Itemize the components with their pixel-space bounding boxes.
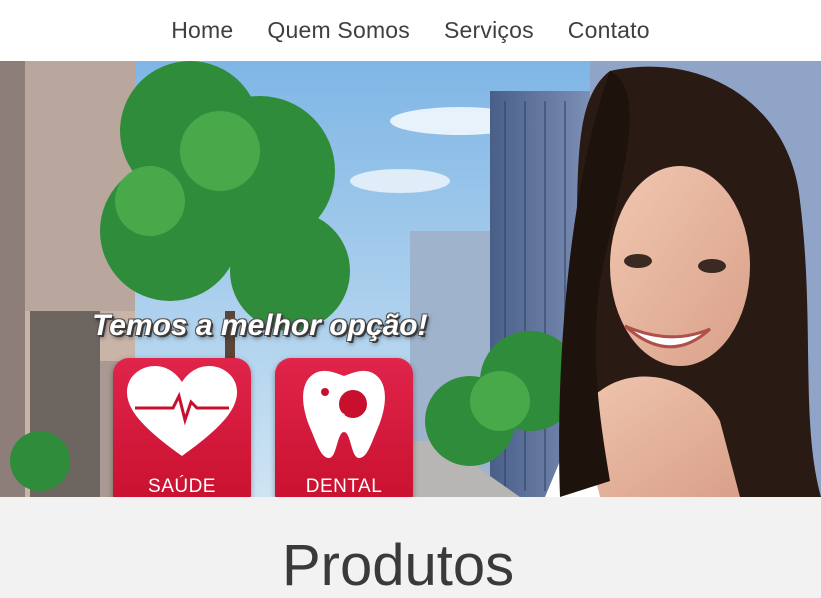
main-nav: Home Quem Somos Serviços Contato	[0, 0, 821, 61]
saude-card-label: SAÚDE	[148, 476, 216, 497]
nav-contato[interactable]: Contato	[568, 17, 650, 44]
nav-quem-somos[interactable]: Quem Somos	[267, 17, 410, 44]
dental-card-label: DENTAL	[305, 476, 383, 497]
heart-pulse-icon	[127, 366, 237, 456]
hero-slider: Temos a melhor opção! SAÚDE DENTAL	[0, 61, 821, 497]
tooth-magnifier-icon	[303, 370, 385, 458]
hero-tagline: Temos a melhor opção!	[92, 309, 428, 342]
dental-card[interactable]: DENTAL	[275, 358, 413, 497]
section-title: Produtos	[282, 533, 515, 598]
nav-home[interactable]: Home	[171, 17, 233, 44]
nav-servicos[interactable]: Serviços	[444, 17, 534, 44]
saude-card[interactable]: SAÚDE	[113, 358, 251, 497]
